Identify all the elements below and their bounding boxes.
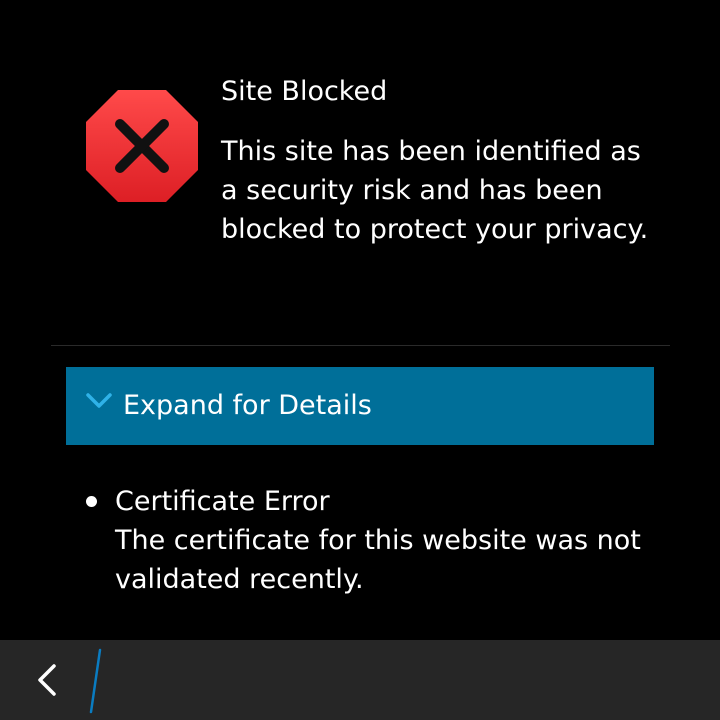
expand-details-label: Expand for Details [123, 390, 372, 421]
divider [51, 345, 670, 346]
toolbar-divider-slash [89, 648, 102, 714]
detail-body: The certificate for this website was not… [115, 525, 641, 595]
bullet-icon [86, 496, 97, 507]
detail-title: Certificate Error [115, 486, 330, 517]
back-arrow-icon [38, 664, 56, 696]
stop-x-icon [86, 90, 198, 202]
bottom-toolbar [0, 640, 720, 720]
dialog-message: This site has been identified as a secur… [221, 136, 649, 245]
back-button[interactable] [22, 654, 74, 706]
chevron-down-icon [86, 393, 112, 408]
expand-details-button[interactable]: Expand for Details [66, 367, 654, 445]
dialog-title: Site Blocked [221, 76, 388, 107]
blocked-site-page: Site Blocked This site has been identifi… [0, 0, 720, 720]
